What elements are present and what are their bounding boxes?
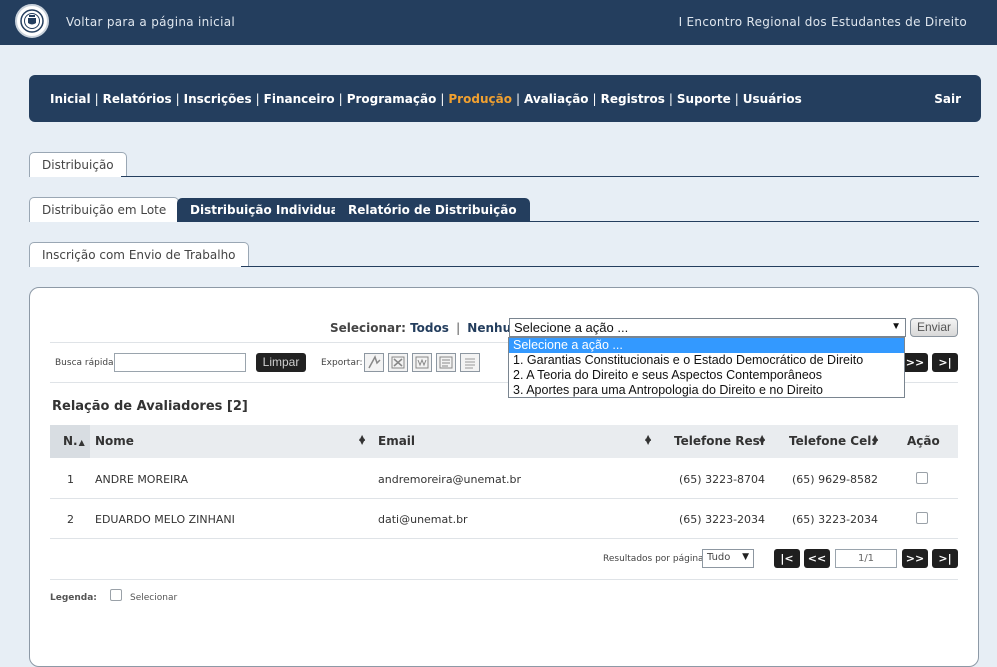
last-page-button-top[interactable]: >| [932, 353, 958, 372]
row-phone-res: (65) 3223-8704 [679, 473, 766, 486]
clear-button[interactable]: Limpar [256, 353, 306, 372]
nav-separator: | [440, 92, 445, 106]
nav-item-financeiro[interactable]: Financeiro [264, 92, 335, 106]
nav-item-relatorios[interactable]: Relatórios [103, 92, 172, 106]
logout-link[interactable]: Sair [934, 92, 961, 106]
nav-separator: | [592, 92, 597, 106]
row-phone-cel: (65) 9629-8582 [792, 473, 879, 486]
sort-asc-icon: ▲ [78, 438, 85, 447]
pdf-export-icon[interactable] [364, 353, 384, 372]
tab-divider [500, 221, 979, 222]
home-link[interactable]: Voltar para a página inicial [66, 15, 235, 29]
row-number: 1 [67, 473, 74, 486]
action-select-value: Selecione a ação ... [514, 320, 629, 335]
excel-export-icon[interactable] [388, 353, 408, 372]
divider [50, 579, 958, 580]
legend-label: Legenda: [50, 593, 97, 603]
tab-distribuicao[interactable]: Distribuição [29, 152, 127, 177]
row-name: EDUARDO MELO ZINHANI [95, 513, 235, 526]
nav-separator: | [338, 92, 343, 106]
nav-item-avaliacao[interactable]: Avaliação [524, 92, 589, 106]
row-select-checkbox[interactable] [916, 472, 928, 484]
select-label: Selecionar: [330, 321, 406, 335]
row-divider [50, 538, 958, 539]
row-phone-cel: (65) 3223-2034 [792, 513, 879, 526]
select-controls: Selecionar: Todos | Nenhum [330, 321, 524, 335]
nav-separator: | [734, 92, 739, 106]
row-email: dati@unemat.br [378, 513, 468, 526]
row-number: 2 [67, 513, 74, 526]
nav-item-programacao[interactable]: Programação [347, 92, 437, 106]
results-per-page-select[interactable]: Tudo ▼ [702, 549, 754, 568]
row-select-checkbox[interactable] [916, 512, 928, 524]
results-per-page-label: Resultados por página: [603, 554, 707, 564]
nav-menu: Inicial | Relatórios | Inscrições | Financeiro… [50, 92, 802, 106]
row-name: ANDRE MOREIRA [95, 473, 189, 486]
column-label: N. [63, 434, 78, 448]
tab-relatorio-de-distribuicao[interactable]: Relatório de Distribuição [335, 198, 530, 222]
nav-separator: | [668, 92, 673, 106]
tab-distribuicao-individual[interactable]: Distribuição Individual [177, 198, 356, 222]
sort-icon[interactable]: ▲ ▼ [359, 434, 365, 446]
page-number-input[interactable]: 1/1 [835, 549, 897, 568]
dropdown-option[interactable]: 2. A Teoria do Direito e seus Aspectos C… [509, 368, 904, 383]
main-navigation: Inicial | Relatórios | Inscrições | Financeiro… [29, 75, 981, 122]
dropdown-option[interactable]: 1. Garantias Constitucionais e o Estado … [509, 353, 904, 368]
export-label: Exportar: [321, 358, 363, 368]
tab-inscricao-com-envio[interactable]: Inscrição com Envio de Trabalho [29, 242, 249, 267]
nav-item-usuarios[interactable]: Usuários [743, 92, 802, 106]
row-phone-res: (65) 3223-2034 [679, 513, 766, 526]
quick-search-input[interactable] [114, 353, 246, 372]
first-page-button[interactable]: |< [774, 549, 800, 568]
dropdown-arrow-icon: ▼ [891, 321, 901, 332]
sort-icon[interactable]: ▲ ▼ [872, 434, 878, 446]
column-header-email[interactable]: Email [378, 434, 415, 448]
dropdown-option[interactable]: Selecione a ação ... [509, 338, 904, 353]
quick-search-label: Busca rápida: [55, 358, 117, 368]
results-per-page-value: Tudo [707, 552, 731, 563]
nav-item-producao[interactable]: Produção [448, 92, 512, 106]
seal-logo[interactable] [15, 4, 49, 38]
row-divider [50, 498, 958, 499]
legend-checkbox-sample [110, 589, 122, 601]
select-all-link[interactable]: Todos [410, 321, 449, 335]
nav-item-registros[interactable]: Registros [601, 92, 665, 106]
nav-item-inicial[interactable]: Inicial [50, 92, 91, 106]
nav-item-inscricoes[interactable]: Inscrições [184, 92, 252, 106]
sort-icon[interactable]: ▲ ▼ [759, 434, 765, 446]
legend-select-text: Selecionar [130, 593, 178, 603]
tab-divider [241, 266, 979, 267]
nav-separator: | [94, 92, 99, 106]
next-page-button[interactable]: >> [902, 549, 928, 568]
nav-separator: | [175, 92, 180, 106]
previous-page-button[interactable]: << [804, 549, 830, 568]
csv-export-icon[interactable] [436, 353, 456, 372]
word-export-icon[interactable] [412, 353, 432, 372]
action-dropdown-list: Selecione a ação ... 1. Garantias Constit… [508, 337, 905, 398]
nav-separator: | [255, 92, 260, 106]
last-page-button[interactable]: >| [932, 549, 958, 568]
send-button[interactable]: Enviar [910, 318, 958, 337]
dropdown-arrow-icon: ▼ [742, 552, 749, 562]
action-select[interactable]: Selecione a ação ... ▼ [509, 318, 906, 337]
next-page-button-top[interactable]: >> [902, 353, 928, 372]
column-header-name[interactable]: Nome [95, 434, 134, 448]
row-email: andremoreira@unemat.br [378, 473, 522, 486]
list-title: Relação de Avaliadores [2] [52, 399, 248, 414]
column-header-num[interactable]: N.▲ [63, 434, 85, 448]
text-export-icon[interactable] [460, 353, 480, 372]
tab-divider [121, 176, 979, 177]
column-header-phone-res[interactable]: Telefone Res. [674, 434, 764, 448]
column-header-action: Ação [907, 434, 940, 448]
column-header-phone-cel[interactable]: Telefone Cel. [789, 434, 876, 448]
sort-icon[interactable]: ▲ ▼ [645, 434, 651, 446]
select-separator: | [456, 321, 461, 335]
nav-separator: | [515, 92, 520, 106]
event-title: I Encontro Regional dos Estudantes de Di… [678, 15, 967, 29]
dropdown-option[interactable]: 3. Aportes para uma Antropologia do Dire… [509, 383, 904, 398]
divider [50, 342, 508, 343]
nav-item-suporte[interactable]: Suporte [677, 92, 731, 106]
tab-distribuicao-em-lote[interactable]: Distribuição em Lote [29, 197, 180, 222]
